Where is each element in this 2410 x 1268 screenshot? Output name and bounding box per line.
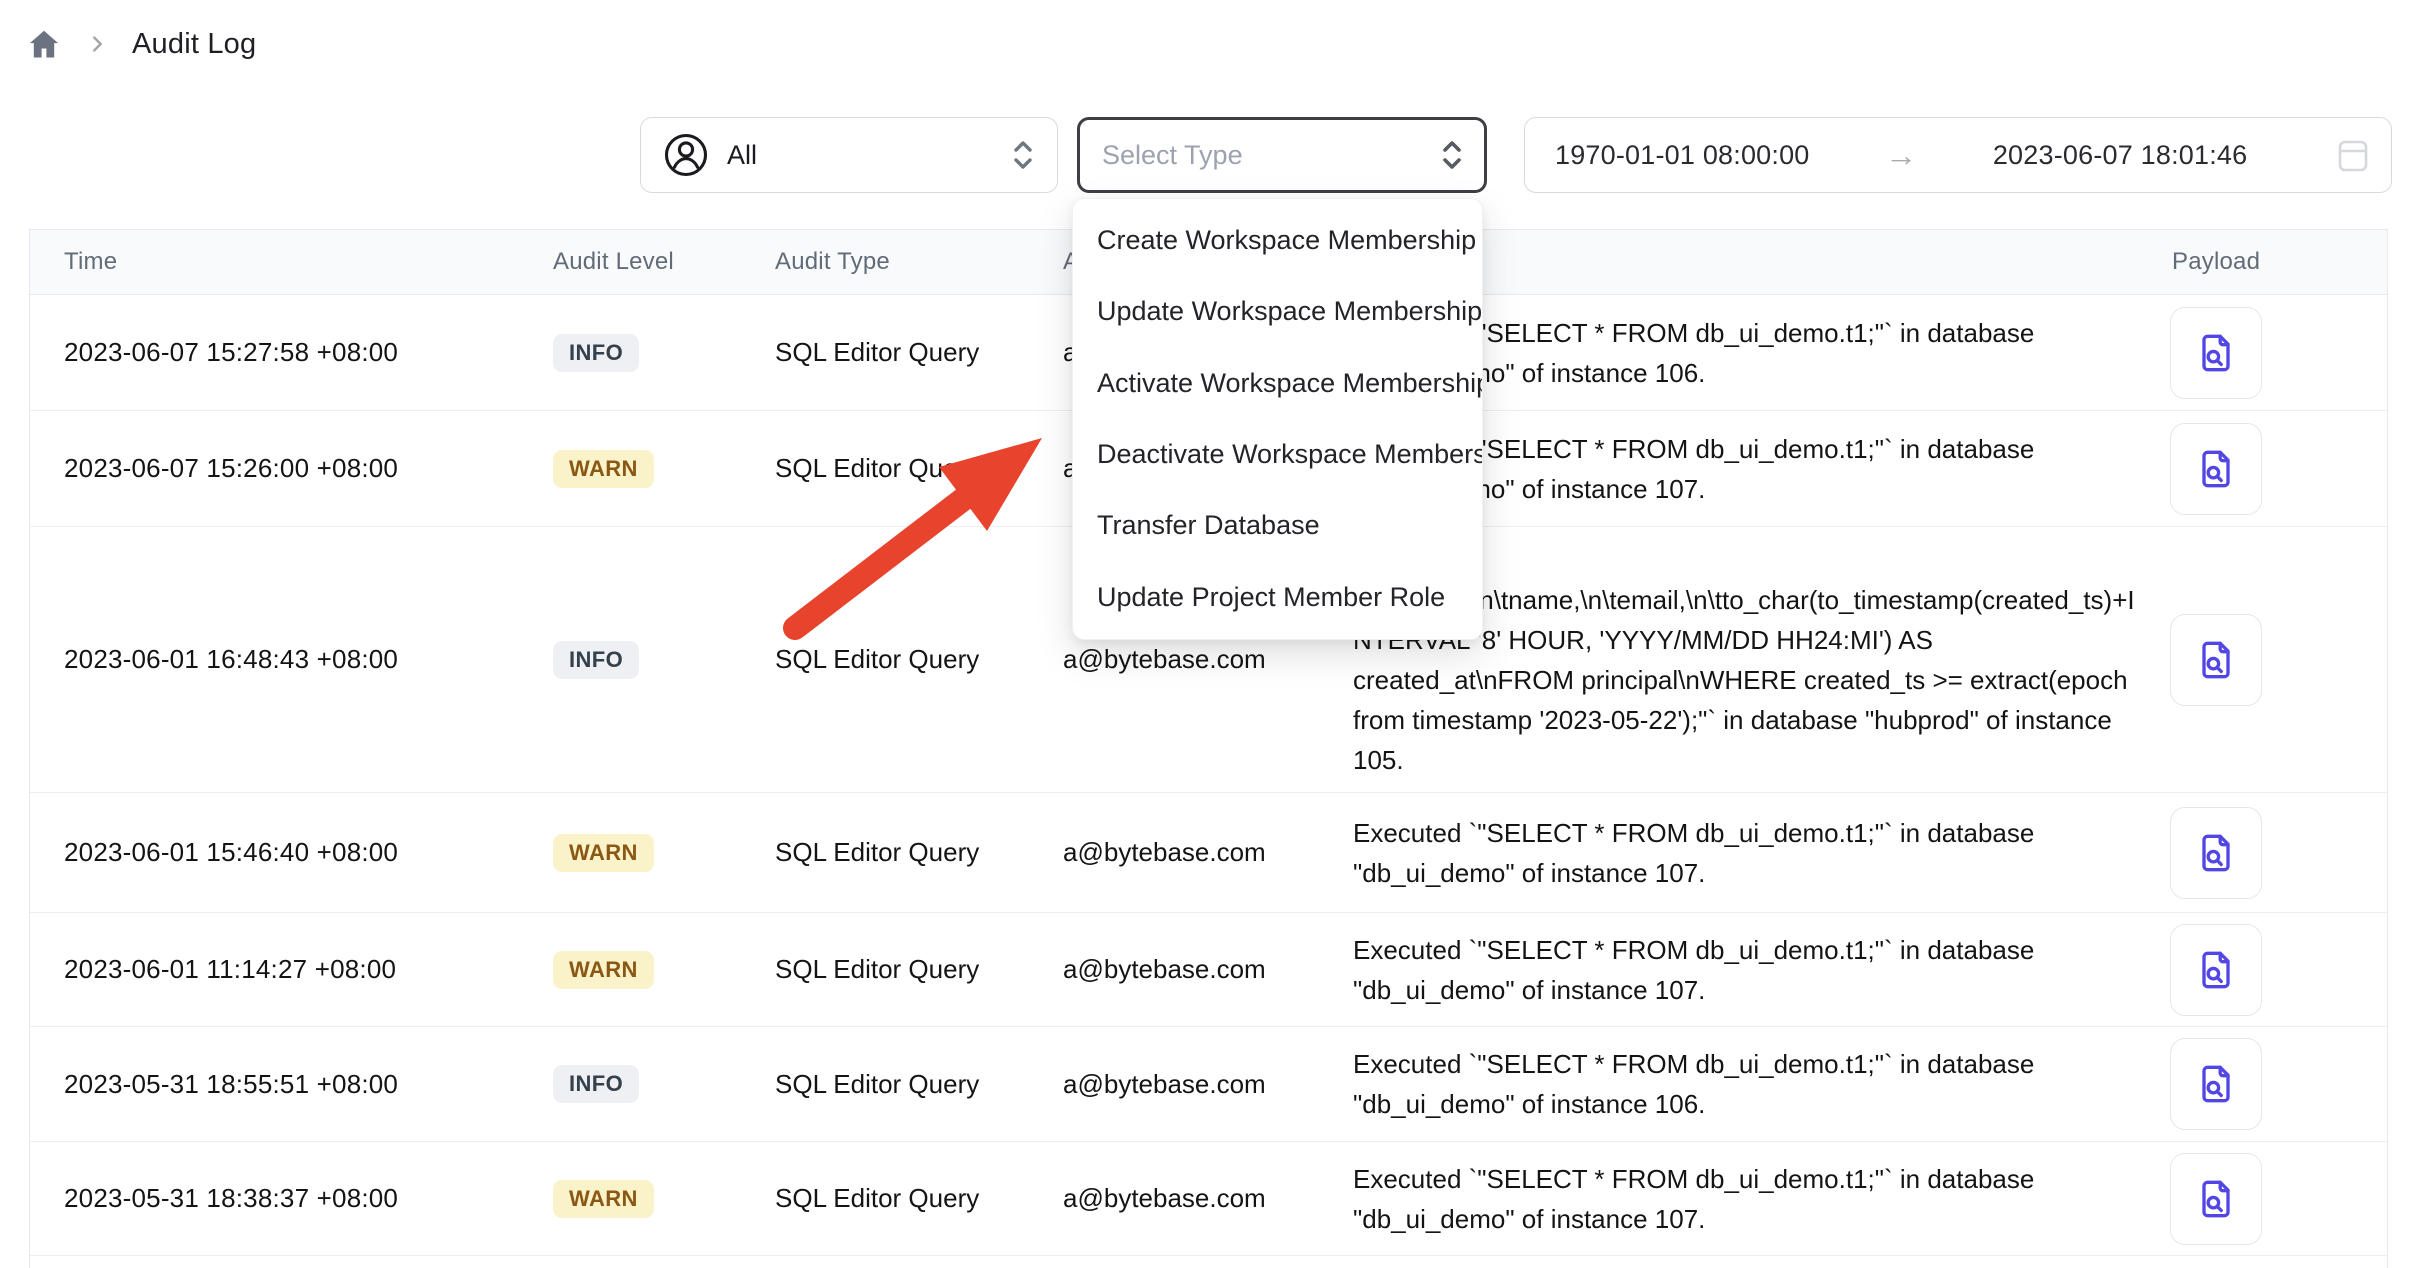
chevron-up-down-icon (1009, 138, 1037, 172)
chevron-right-icon (86, 33, 108, 55)
cell-audit-type: SQL Editor Query (775, 837, 1063, 868)
menu-item-deactivate-workspace-member[interactable]: Deactivate Workspace Membership (1073, 419, 1482, 490)
document-search-icon (2192, 946, 2240, 994)
document-search-icon (2192, 829, 2240, 877)
view-payload-button[interactable] (2170, 924, 2262, 1016)
calendar-icon (2337, 137, 2369, 173)
cell-audit-type: SQL Editor Query (775, 453, 1063, 484)
table-row: 2023-06-01 15:46:40 +08:00 WARN SQL Edit… (30, 793, 2387, 913)
audit-level-badge: WARN (553, 951, 654, 989)
document-search-icon (2192, 329, 2240, 377)
cell-comment: Executed `"SELECT * FROM db_ui_demo.t1;"… (1353, 1032, 2162, 1136)
cell-audit-type: SQL Editor Query (775, 337, 1063, 368)
home-icon[interactable] (26, 26, 62, 62)
document-search-icon (2192, 445, 2240, 493)
audit-level-badge: WARN (553, 834, 654, 872)
actor-filter-select[interactable]: All (640, 117, 1058, 193)
breadcrumb: Audit Log (26, 26, 256, 62)
user-circle-icon (663, 132, 709, 178)
arrow-right-icon: → (1875, 137, 1927, 174)
type-filter-placeholder: Select Type (1102, 140, 1438, 171)
audit-level-badge: INFO (553, 1065, 639, 1103)
cell-comment: Executed `"SELECT * FROM db_ui_demo.t1;"… (1353, 801, 2162, 905)
col-header-payload: Payload (2162, 248, 2387, 276)
table-row: 2023-06-01 11:14:27 +08:00 WARN SQL Edit… (30, 913, 2387, 1027)
chevron-up-down-icon (1438, 138, 1466, 172)
table-row: 2023-05-31 18:55:51 +08:00 INFO SQL Edit… (30, 1027, 2387, 1142)
cell-time: 2023-05-31 18:38:37 +08:00 (30, 1183, 553, 1214)
date-range-end[interactable]: 2023-06-07 18:01:46 (1993, 140, 2248, 171)
col-header-audit-level: Audit Level (553, 248, 775, 276)
cell-actor: a@bytebase.com (1063, 644, 1353, 675)
col-header-time: Time (30, 248, 553, 276)
cell-comment: Executed `"SELECT * FROM db_ui_demo.t1;"… (1353, 1147, 2162, 1251)
cell-audit-type: SQL Editor Query (775, 954, 1063, 985)
document-search-icon (2192, 636, 2240, 684)
menu-item-update-workspace-member[interactable]: Update Workspace Membership (1073, 276, 1482, 347)
audit-level-badge: WARN (553, 450, 654, 488)
menu-item-update-project-member-role[interactable]: Update Project Member Role (1073, 562, 1482, 633)
audit-level-badge: WARN (553, 1180, 654, 1218)
cell-time: 2023-05-31 18:55:51 +08:00 (30, 1069, 553, 1100)
actor-filter-value: All (727, 140, 1009, 171)
cell-time: 2023-06-01 15:46:40 +08:00 (30, 837, 553, 868)
cell-time: 2023-06-01 16:48:43 +08:00 (30, 644, 553, 675)
view-payload-button[interactable] (2170, 1153, 2262, 1245)
view-payload-button[interactable] (2170, 307, 2262, 399)
menu-item-transfer-database[interactable]: Transfer Database (1073, 490, 1482, 561)
type-filter-select[interactable]: Select Type (1077, 117, 1487, 193)
menu-item-create-workspace-member[interactable]: Create Workspace Membership (1073, 205, 1482, 276)
cell-comment: Executed `"SELECT * FROM db_ui_demo.t1;"… (1353, 918, 2162, 1022)
view-payload-button[interactable] (2170, 1038, 2262, 1130)
cell-audit-type: SQL Editor Query (775, 1069, 1063, 1100)
cell-actor: a@bytebase.com (1063, 837, 1353, 868)
cell-audit-type: SQL Editor Query (775, 644, 1063, 675)
col-header-audit-type: Audit Type (775, 248, 1063, 276)
menu-item-activate-workspace-member[interactable]: Activate Workspace Membership (1073, 348, 1482, 419)
cell-actor: a@bytebase.com (1063, 1069, 1353, 1100)
table-row-partial (30, 1256, 2387, 1268)
cell-time: 2023-06-01 11:14:27 +08:00 (30, 954, 553, 985)
date-range-start[interactable]: 1970-01-01 08:00:00 (1555, 140, 1810, 171)
date-range-picker[interactable]: 1970-01-01 08:00:00 → 2023-06-07 18:01:4… (1524, 117, 2392, 193)
view-payload-button[interactable] (2170, 614, 2262, 706)
cell-time: 2023-06-07 15:27:58 +08:00 (30, 337, 553, 368)
cell-time: 2023-06-07 15:26:00 +08:00 (30, 453, 553, 484)
document-search-icon (2192, 1060, 2240, 1108)
view-payload-button[interactable] (2170, 807, 2262, 899)
document-search-icon (2192, 1175, 2240, 1223)
cell-actor: a@bytebase.com (1063, 954, 1353, 985)
audit-level-badge: INFO (553, 641, 639, 679)
table-row: 2023-05-31 18:38:37 +08:00 WARN SQL Edit… (30, 1142, 2387, 1256)
type-filter-dropdown-menu: Create Workspace Membership Update Works… (1072, 198, 1483, 640)
audit-level-badge: INFO (553, 334, 639, 372)
cell-audit-type: SQL Editor Query (775, 1183, 1063, 1214)
cell-actor: a@bytebase.com (1063, 1183, 1353, 1214)
view-payload-button[interactable] (2170, 423, 2262, 515)
page-title: Audit Log (132, 28, 256, 61)
